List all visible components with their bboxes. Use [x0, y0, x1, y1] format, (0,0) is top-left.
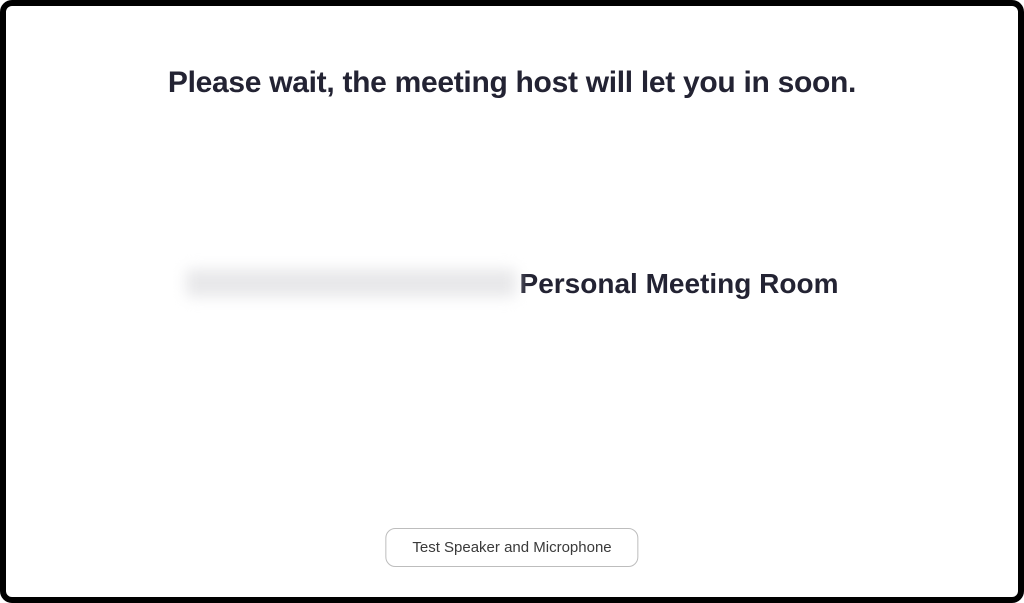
- test-speaker-microphone-button[interactable]: Test Speaker and Microphone: [385, 528, 638, 567]
- meeting-title: Personal Meeting Room: [172, 265, 852, 303]
- waiting-room-window: Please wait, the meeting host will let y…: [0, 0, 1024, 603]
- meeting-title-suffix: Personal Meeting Room: [520, 268, 839, 299]
- host-name-redacted: [186, 269, 516, 297]
- waiting-message: Please wait, the meeting host will let y…: [168, 66, 856, 100]
